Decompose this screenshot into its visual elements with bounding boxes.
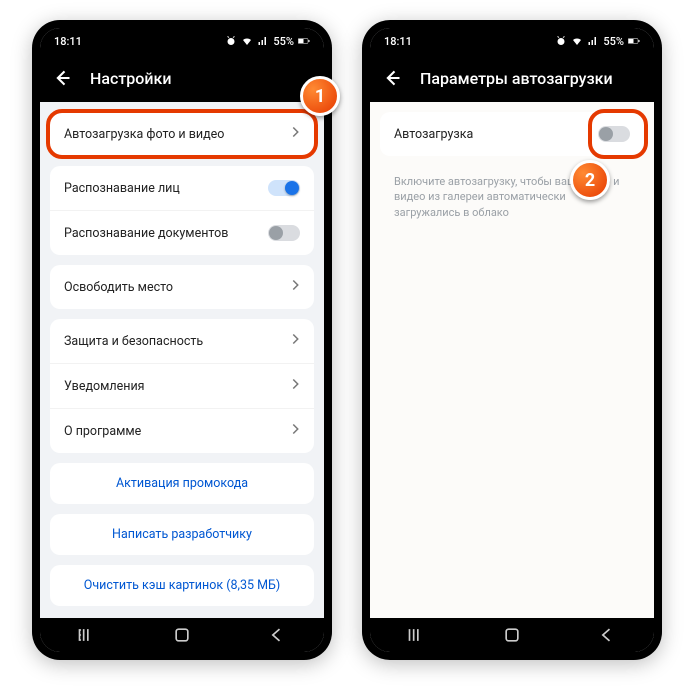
back-button[interactable] <box>382 68 402 88</box>
card-freespace: Освободить место <box>50 265 314 309</box>
toggle-autoload[interactable] <box>598 126 630 142</box>
nav-back[interactable] <box>267 625 287 645</box>
card-autoload: Автозагрузка фото и видео <box>50 112 314 156</box>
badge-1: 1 <box>300 76 340 116</box>
chevron-right-icon <box>291 333 300 349</box>
row-autoload[interactable]: Автозагрузка фото и видео <box>50 112 314 156</box>
status-right: 55% <box>225 35 310 48</box>
nav-recent[interactable] <box>77 625 97 645</box>
alarm-icon <box>555 35 567 47</box>
chevron-right-icon <box>291 423 300 439</box>
row-autoload-toggle[interactable]: Автозагрузка <box>380 112 644 156</box>
page-title: Параметры автозагрузки <box>420 69 613 88</box>
chevron-right-icon <box>291 279 300 295</box>
back-button[interactable] <box>52 68 72 88</box>
status-bar: 18:11 55% <box>40 28 324 54</box>
chevron-right-icon <box>291 378 300 394</box>
status-bar: 18:11 55% <box>370 28 654 54</box>
row-label: Защита и безопасность <box>64 334 203 349</box>
screen-settings: 18:11 55% Настройки Автозагрузка фото и … <box>40 28 324 652</box>
row-docs[interactable]: Распознавание документов <box>50 210 314 255</box>
status-battery: 55% <box>603 35 624 48</box>
arrow-left-icon <box>52 68 72 88</box>
row-security[interactable]: Защита и безопасность <box>50 319 314 363</box>
alarm-icon <box>225 35 237 47</box>
phone-right: 18:11 55% Параметры автозагрузки Автозаг… <box>362 20 662 660</box>
arrow-left-icon <box>382 68 402 88</box>
row-label: О программе <box>64 424 141 439</box>
content-area: Автозагрузка фото и видео Распознавание … <box>40 102 324 618</box>
status-right: 55% <box>555 35 640 48</box>
battery-icon <box>628 35 640 47</box>
status-time: 18:11 <box>54 35 82 48</box>
card-autoload-toggle: Автозагрузка <box>380 112 644 156</box>
nav-bar <box>40 618 324 652</box>
wifi-icon <box>571 35 583 47</box>
row-freespace[interactable]: Освободить место <box>50 265 314 309</box>
row-about[interactable]: О программе <box>50 408 314 453</box>
row-label: Распознавание документов <box>64 226 228 241</box>
chevron-right-icon <box>291 126 300 142</box>
signal-icon <box>257 35 269 47</box>
nav-back[interactable] <box>597 625 617 645</box>
badge-2: 2 <box>570 160 610 200</box>
link-cache[interactable]: Очистить кэш картинок (8,35 МБ) <box>50 565 314 606</box>
nav-bar <box>370 618 654 652</box>
nav-recent[interactable] <box>407 625 427 645</box>
row-label: Освободить место <box>64 280 173 295</box>
toggle-docs[interactable] <box>268 225 300 241</box>
row-notifications[interactable]: Уведомления <box>50 363 314 408</box>
row-label: Уведомления <box>64 379 145 394</box>
wifi-icon <box>241 35 253 47</box>
card-recognition: Распознавание лиц Распознавание документ… <box>50 166 314 255</box>
status-time: 18:11 <box>384 35 412 48</box>
nav-home[interactable] <box>502 625 522 645</box>
screen-autoload-params: 18:11 55% Параметры автозагрузки Автозаг… <box>370 28 654 652</box>
row-label: Автозагрузка фото и видео <box>64 127 224 142</box>
toggle-faces[interactable] <box>268 180 300 196</box>
phone-left: 18:11 55% Настройки Автозагрузка фото и … <box>32 20 332 660</box>
app-bar: Настройки <box>40 54 324 102</box>
app-bar: Параметры автозагрузки <box>370 54 654 102</box>
nav-home[interactable] <box>172 625 192 645</box>
signal-icon <box>587 35 599 47</box>
card-misc: Защита и безопасность Уведомления О прог… <box>50 319 314 453</box>
row-faces[interactable]: Распознавание лиц <box>50 166 314 210</box>
row-label: Распознавание лиц <box>64 181 180 196</box>
row-label: Автозагрузка <box>394 127 473 142</box>
status-battery: 55% <box>273 35 294 48</box>
battery-icon <box>298 35 310 47</box>
link-promo[interactable]: Активация промокода <box>50 463 314 504</box>
content-area: Автозагрузка Включите автозагрузку, чтоб… <box>370 102 654 618</box>
page-title: Настройки <box>90 69 171 88</box>
link-dev[interactable]: Написать разработчику <box>50 514 314 555</box>
